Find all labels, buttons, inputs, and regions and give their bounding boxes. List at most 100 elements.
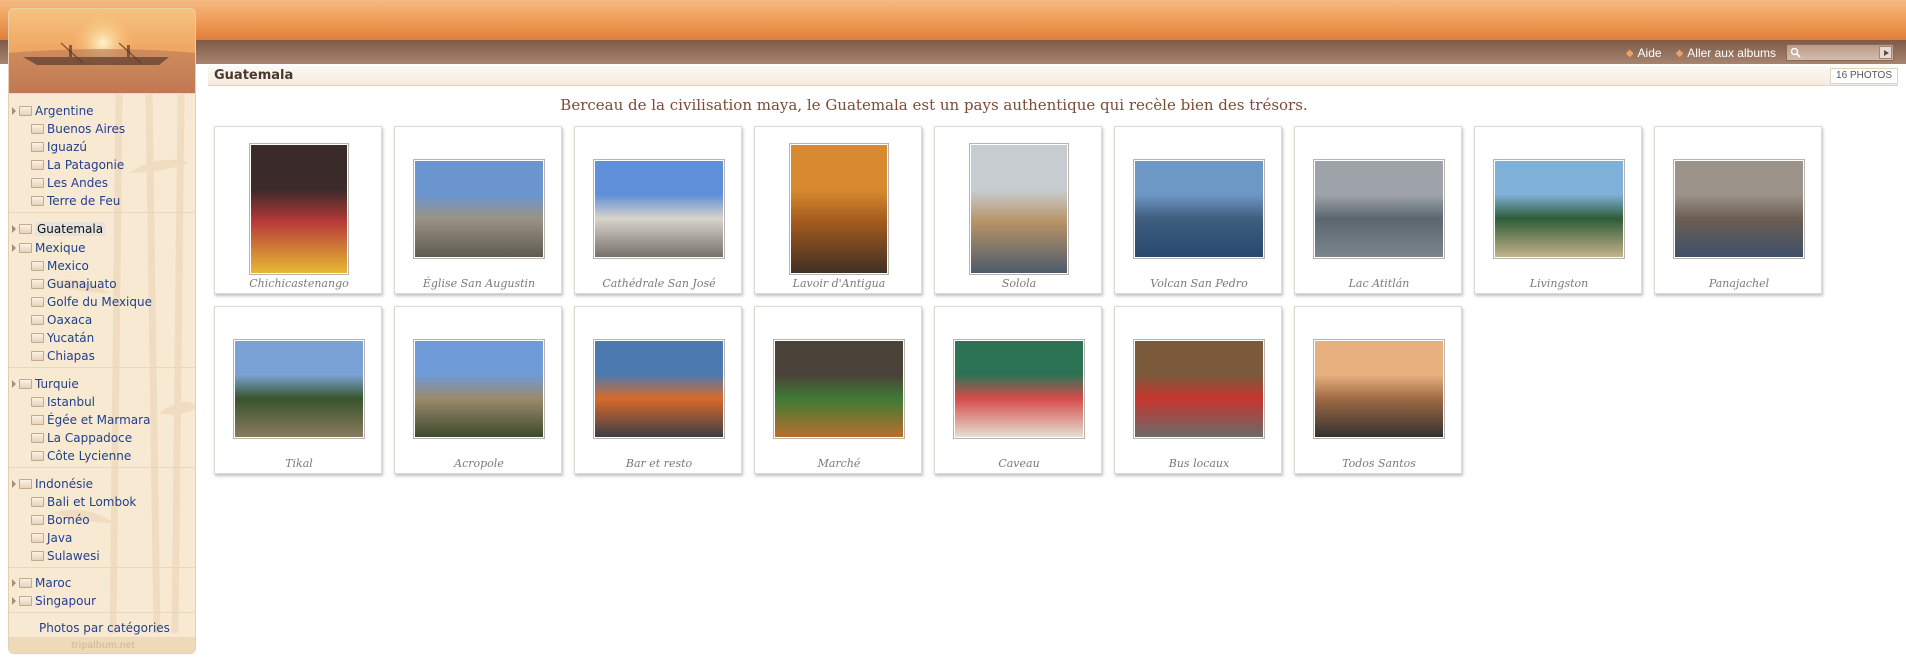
photo-card[interactable]: Livingston (1474, 126, 1642, 294)
top-banner (0, 0, 1906, 40)
photo-card[interactable]: Chichicastenango (214, 126, 382, 294)
sidebar-item-indonesie[interactable]: Indonésie (12, 476, 93, 491)
sidebar-item-istanbul[interactable]: Istanbul (31, 394, 95, 409)
sidebar-item-borneo[interactable]: Bornéo (31, 512, 90, 527)
photo-caption: Volcan San Pedro (1150, 277, 1248, 290)
photo-card[interactable]: Todos Santos (1294, 306, 1462, 474)
expand-arrow-icon[interactable] (12, 479, 16, 488)
folder-icon (19, 378, 32, 389)
help-link[interactable]: ◆ Aide (1626, 46, 1662, 60)
photo-thumbnail[interactable] (953, 339, 1085, 439)
folder-icon (31, 260, 44, 271)
photo-caption: Lavoir d'Antigua (792, 277, 886, 290)
photo-thumbnail[interactable] (1133, 339, 1265, 439)
photo-card[interactable]: Tikal (214, 306, 382, 474)
sidebar-item-guatemala[interactable]: Guatemala (12, 221, 106, 236)
photo-card[interactable]: Solola (934, 126, 1102, 294)
sidebar-item-iguazu[interactable]: Iguazú (31, 139, 87, 154)
sidebar-item-terre-de-feu[interactable]: Terre de Feu (31, 193, 120, 208)
folder-icon (31, 550, 44, 561)
sidebar-item-la-patagonie[interactable]: La Patagonie (31, 157, 124, 172)
photo-caption: Lac Atitlán (1348, 277, 1410, 290)
photo-card[interactable]: Cathédrale San José (574, 126, 742, 294)
sidebar-item-les-andes[interactable]: Les Andes (31, 175, 108, 190)
photo-thumbnail[interactable] (969, 143, 1069, 275)
photo-thumbnail[interactable] (789, 143, 889, 275)
search-input[interactable] (1803, 46, 1877, 59)
sidebar-item-chiapas[interactable]: Chiapas (31, 348, 95, 363)
photo-image (1135, 161, 1263, 257)
expand-arrow-icon[interactable] (12, 578, 16, 587)
photo-card[interactable]: Bar et resto (574, 306, 742, 474)
photo-thumbnail[interactable] (1313, 159, 1445, 259)
photo-thumbnail[interactable] (1673, 159, 1805, 259)
albums-link[interactable]: ◆ Aller aux albums (1676, 46, 1776, 60)
search-go-button[interactable] (1879, 46, 1892, 59)
photo-thumbnail[interactable] (1133, 159, 1265, 259)
album-header: Guatemala 16 PHOTOS (208, 66, 1898, 86)
photo-thumbnail[interactable] (249, 143, 349, 275)
photo-image (1315, 341, 1443, 437)
sidebar-item-golfe-du-mexique[interactable]: Golfe du Mexique (31, 294, 152, 309)
photo-card[interactable]: Acropole (394, 306, 562, 474)
sidebar-item-mexico[interactable]: Mexico (31, 258, 89, 273)
separator (9, 567, 195, 568)
photo-thumbnail[interactable] (1493, 159, 1625, 259)
folder-icon (31, 496, 44, 507)
photo-card[interactable]: Lac Atitlán (1294, 126, 1462, 294)
sidebar-item-buenos-aires[interactable]: Buenos Aires (31, 121, 125, 136)
photo-image (1135, 341, 1263, 437)
expand-arrow-icon[interactable] (12, 106, 16, 115)
sidebar-item-sulawesi[interactable]: Sulawesi (31, 548, 100, 563)
sidebar-item-turquie[interactable]: Turquie (12, 376, 79, 391)
folder-icon (31, 278, 44, 289)
expand-arrow-icon[interactable] (12, 596, 16, 605)
photo-caption: Panajachel (1708, 277, 1770, 290)
separator (9, 612, 195, 613)
folder-icon (31, 432, 44, 443)
folder-icon (19, 478, 32, 489)
album-title: Guatemala (214, 68, 294, 83)
photos-by-category-link[interactable]: Photos par catégories (39, 621, 170, 635)
photo-thumbnail[interactable] (413, 339, 545, 439)
folder-icon (19, 577, 32, 588)
sidebar-item-oaxaca[interactable]: Oaxaca (31, 312, 92, 327)
sidebar-item-maroc[interactable]: Maroc (12, 575, 71, 590)
sidebar-item-la-cappadoce[interactable]: La Cappadoce (31, 430, 132, 445)
photo-thumbnail[interactable] (413, 159, 545, 259)
photo-card[interactable]: Bus locaux (1114, 306, 1282, 474)
site-logo[interactable] (9, 9, 195, 93)
photo-card[interactable]: Marché (754, 306, 922, 474)
folder-icon (31, 314, 44, 325)
expand-arrow-icon[interactable] (12, 379, 16, 388)
photo-card[interactable]: Panajachel (1654, 126, 1822, 294)
sidebar-item-singapour[interactable]: Singapour (12, 593, 96, 608)
photo-thumbnail[interactable] (593, 339, 725, 439)
photo-thumbnail[interactable] (1313, 339, 1445, 439)
photo-thumbnail[interactable] (593, 159, 725, 259)
photo-card[interactable]: Lavoir d'Antigua (754, 126, 922, 294)
sidebar-item-cote-lycienne[interactable]: Côte Lycienne (31, 448, 131, 463)
photo-caption: Solola (1001, 277, 1037, 290)
sidebar-item-egee-et-marmara[interactable]: Égée et Marmara (31, 412, 150, 427)
expand-arrow-icon[interactable] (12, 243, 16, 252)
photo-thumbnail[interactable] (233, 339, 365, 439)
photo-thumbnail[interactable] (773, 339, 905, 439)
folder-icon (31, 177, 44, 188)
separator (9, 467, 195, 468)
sidebar-item-bali-et-lombok[interactable]: Bali et Lombok (31, 494, 136, 509)
photo-card[interactable]: Caveau (934, 306, 1102, 474)
sidebar-item-mexique[interactable]: Mexique (12, 240, 86, 255)
photo-card[interactable]: Volcan San Pedro (1114, 126, 1282, 294)
photo-card[interactable]: Église San Augustin (394, 126, 562, 294)
search-icon (1790, 47, 1801, 58)
sidebar-item-argentine[interactable]: Argentine (12, 103, 94, 118)
separator (9, 212, 195, 213)
photo-caption: Todos Santos (1342, 457, 1416, 470)
sidebar-item-guanajuato[interactable]: Guanajuato (31, 276, 117, 291)
folder-icon (31, 141, 44, 152)
sidebar-item-java[interactable]: Java (31, 530, 72, 545)
separator (9, 367, 195, 368)
sidebar-item-yucatan[interactable]: Yucatán (31, 330, 94, 345)
expand-arrow-icon[interactable] (12, 224, 16, 233)
